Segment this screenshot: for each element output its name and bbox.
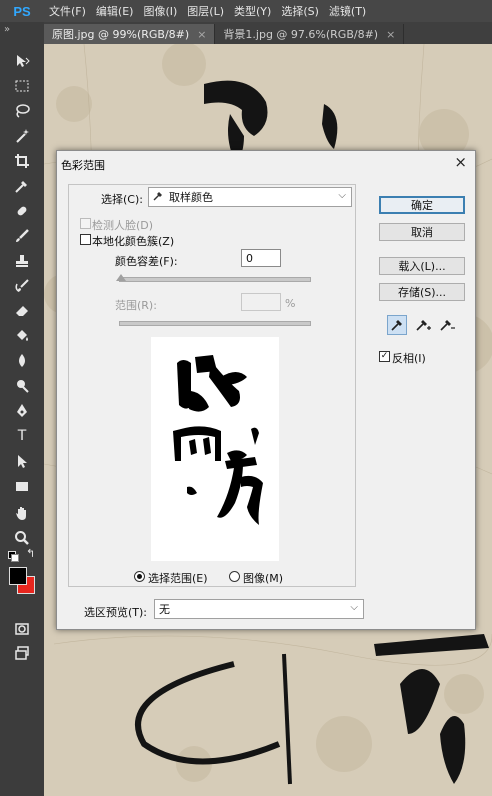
select-dropdown[interactable]: 取样颜色 ⌵ [148,187,352,207]
selection-preview-label: 选区预览(T): [84,606,148,619]
expand-panel-icon[interactable]: » [4,24,10,35]
path-selection-tool-icon[interactable] [6,450,38,472]
save-button[interactable]: 存储(S)... [379,283,465,301]
menu-file[interactable]: 文件(F) [44,3,91,19]
screen-mode-icon[interactable] [6,642,38,664]
close-icon[interactable]: × [197,28,206,41]
invert-label: 反相(I) [392,352,426,365]
localized-clusters-checkbox[interactable] [80,234,91,245]
dodge-tool-icon[interactable] [6,375,38,397]
range-slider[interactable] [119,321,311,326]
tab-label: 背景1.jpg @ 97.6%(RGB/8#) [223,28,379,41]
menu-filter[interactable]: 滤镜(T) [324,3,371,19]
fuzziness-label: 颜色容差(F): [115,255,178,268]
chevron-down-icon: ⌵ [338,190,346,201]
tab-background-image[interactable]: 背景1.jpg @ 97.6%(RGB/8#) × [215,24,405,44]
menu-edit[interactable]: 编辑(E) [91,3,139,19]
hand-tool-icon[interactable] [6,502,38,524]
healing-brush-tool-icon[interactable] [6,200,38,222]
color-range-dialog: 色彩范围 × 选择(C): 取样颜色 ⌵ 检测人脸(D) 本地化颜色簇(Z) 颜… [56,150,476,630]
eyedropper-tool-icon[interactable] [6,175,38,197]
range-label: 范围(R): [115,299,157,312]
fuzziness-slider[interactable] [119,277,311,282]
selection-preview [151,337,279,561]
menu-bar: PS 文件(F) 编辑(E) 图像(I) 图层(L) 类型(Y) 选择(S) 滤… [0,0,492,22]
pen-tool-icon[interactable] [6,400,38,422]
detect-faces-label: 检测人脸(D) [92,219,154,232]
eyedropper-icon[interactable] [387,315,407,335]
tab-original-image[interactable]: 原图.jpg @ 99%(RGB/8#) × [44,24,216,44]
tab-label: 原图.jpg @ 99%(RGB/8#) [52,28,190,41]
paint-bucket-tool-icon[interactable] [6,325,38,347]
ok-button[interactable]: 确定 [379,196,465,214]
dialog-title: 色彩范围 [61,159,105,172]
photoshop-logo: PS [13,3,31,19]
tools-panel: » T ↰ [0,22,45,796]
localized-clusters-label: 本地化颜色簇(Z) [92,235,175,248]
magic-wand-tool-icon[interactable] [6,125,38,147]
load-button[interactable]: 载入(L)... [379,257,465,275]
fuzziness-input[interactable]: 0 [241,249,281,267]
image-radio[interactable] [229,571,240,582]
menu-image[interactable]: 图像(I) [138,3,182,19]
close-icon[interactable]: × [386,28,395,41]
swap-colors-icon[interactable]: ↰ [26,547,35,560]
selection-radio[interactable] [134,571,145,582]
lasso-tool-icon[interactable] [6,100,38,122]
type-tool-icon[interactable]: T [6,425,38,447]
zoom-tool-icon[interactable] [6,527,38,549]
foreground-color-swatch[interactable] [9,567,27,585]
selection-preview-value: 无 [159,603,170,616]
eraser-tool-icon[interactable] [6,300,38,322]
detect-faces-checkbox[interactable] [80,218,91,229]
selection-preview-dropdown[interactable]: 无 ⌵ [154,599,364,619]
subtract-from-sample-icon[interactable] [437,315,457,335]
selection-radio-label: 选择范围(E) [148,572,208,585]
image-radio-label: 图像(M) [243,572,284,585]
brush-tool-icon[interactable] [6,225,38,247]
document-tab-bar: 原图.jpg @ 99%(RGB/8#) × 背景1.jpg @ 97.6%(R… [44,22,492,44]
select-value: 取样颜色 [169,191,213,204]
menu-select[interactable]: 选择(S) [276,3,324,19]
blur-tool-icon[interactable] [6,350,38,372]
rectangle-tool-icon[interactable] [6,475,38,497]
move-tool-icon[interactable] [6,50,38,72]
invert-checkbox[interactable]: ✓ [379,351,390,362]
add-to-sample-icon[interactable] [413,315,433,335]
menu-layer[interactable]: 图层(L) [182,3,229,19]
marquee-tool-icon[interactable] [6,75,38,97]
menu-type[interactable]: 类型(Y) [229,3,276,19]
default-colors-icon[interactable] [8,551,19,562]
cancel-button[interactable]: 取消 [379,223,465,241]
eyedropper-icon [153,191,163,204]
range-unit: % [285,297,296,310]
quick-mask-icon[interactable] [6,618,38,640]
fuzziness-slider-thumb[interactable] [116,274,126,281]
clone-stamp-tool-icon[interactable] [6,250,38,272]
chevron-down-icon: ⌵ [350,602,358,613]
crop-tool-icon[interactable] [6,150,38,172]
select-label: 选择(C): [101,193,143,206]
range-input[interactable] [241,293,281,311]
history-brush-tool-icon[interactable] [6,275,38,297]
close-icon[interactable]: × [454,153,467,171]
